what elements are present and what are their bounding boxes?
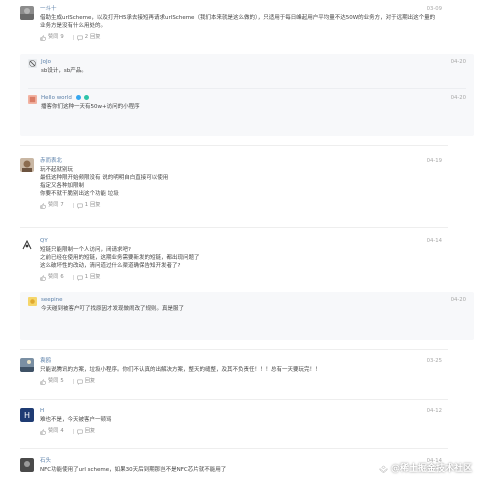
watermark-text: @稀土掘金技术社区 <box>390 463 472 474</box>
like-button[interactable]: 赞同 4 <box>40 428 64 436</box>
avatar[interactable] <box>28 95 37 104</box>
reply-count: 2 <box>84 34 89 41</box>
comment-author[interactable]: 石头 <box>40 458 51 464</box>
comment-icon <box>77 429 83 435</box>
like-button[interactable]: 赞同 9 <box>40 34 64 42</box>
like-label: 赞同 <box>48 34 59 41</box>
avatar[interactable] <box>20 238 34 252</box>
comment-line: 只能说腾讯的方案，垃圾小程序。你们不认真的出解决方案，整天的缝整，及其不负责任！… <box>40 367 321 373</box>
avatar[interactable] <box>20 158 34 172</box>
reply-button[interactable]: 回复 <box>72 378 95 386</box>
reply-button[interactable]: 1 回复 <box>72 202 101 210</box>
reply-label: 回复 <box>90 34 101 41</box>
avatar[interactable] <box>28 297 37 306</box>
reply-thread: seepine 04-20 今天碰到被客户叮了找原因才发现做闹改了规则。真是服了 <box>20 292 474 340</box>
reply-count: 1 <box>84 274 89 281</box>
avatar[interactable]: H <box>20 408 34 422</box>
comment-author[interactable]: 袁鸥 <box>40 358 51 364</box>
comment-time: 04-14 <box>426 238 442 244</box>
level-badge-icon <box>75 95 81 100</box>
thumbs-up-icon <box>40 275 46 281</box>
like-label: 赞同 <box>48 274 59 281</box>
reply-time: 04-20 <box>450 59 466 65</box>
comment-icon <box>77 35 83 41</box>
comment-author[interactable]: 赤而表北 <box>40 158 62 164</box>
comment-text: 借助生成urlScheme，以及打开H5承去接短再请求urlScheme（我们本… <box>40 15 448 31</box>
reply-text: 播客你们这种一天有50w+访问的小程序 <box>41 104 140 110</box>
like-count: 6 <box>60 274 64 281</box>
reply-author[interactable]: Hello world <box>41 95 72 101</box>
reply-label: 回复 <box>84 378 96 385</box>
like-count: 9 <box>60 34 64 41</box>
avatar[interactable] <box>20 6 34 20</box>
vip-badge-icon <box>84 95 90 100</box>
comment-icon <box>77 203 83 209</box>
comment-line: 最低这种限开始频限没有 说的明明自白直接可以使用 <box>40 174 169 181</box>
reply-author[interactable]: seepine <box>41 297 63 303</box>
like-count: 7 <box>60 202 64 209</box>
juejin-logo-icon <box>379 465 388 473</box>
like-button[interactable]: 赞同 7 <box>40 202 64 210</box>
comment-line: 之前已经在使用的短链，这期业务需要新发的短链，都出现问题了 <box>40 254 200 261</box>
svg-text:H: H <box>24 411 30 420</box>
comment-line: 玩不起就别玩 <box>40 167 74 173</box>
reply-button[interactable]: 2 回复 <box>72 34 101 42</box>
comment-icon <box>77 379 83 385</box>
reply-button[interactable]: 回复 <box>72 428 95 436</box>
reply-label: 回复 <box>84 428 96 435</box>
like-label: 赞同 <box>48 428 59 435</box>
reply-time: 04-20 <box>450 297 466 303</box>
reply-time: 04-20 <box>450 95 466 101</box>
like-button[interactable]: 赞同 5 <box>40 378 64 386</box>
comment-line: 指定又各种加限制 <box>40 182 85 189</box>
like-label: 赞同 <box>48 378 59 385</box>
watermark: @稀土掘金技术社区 <box>379 463 472 476</box>
comment-author[interactable]: QY <box>40 238 48 244</box>
thumbs-up-icon <box>40 429 46 435</box>
comment-text: 只能说腾讯的方案，垃圾小程序。你们不认真的出解决方案，整天的缝整，及其不负责任！… <box>40 367 448 375</box>
reply-thread: JoJo 04-20 sb设计，sb产品。 Hello world 04-20 … <box>20 54 474 136</box>
comment-text: 玩不起就别玩 最低这种限开始频限没有 说的明明自白直接可以使用 指定又各种加限制… <box>40 167 448 199</box>
reply-label: 回复 <box>90 202 101 209</box>
reply-author[interactable]: JoJo <box>41 59 51 65</box>
thumbs-up-icon <box>40 35 46 41</box>
like-label: 赞同 <box>48 202 59 209</box>
reply-label: 回复 <box>90 274 101 281</box>
comment-line: 难也不是，今天被客户一顿骂 <box>40 417 112 423</box>
comment-text: 短链只能限制一个人访问，闭请求吧? 之前已经在使用的短链，这期业务需要新发的短链… <box>40 247 448 271</box>
avatar[interactable] <box>20 458 34 472</box>
like-count: 5 <box>60 378 64 385</box>
comment-author[interactable]: H <box>40 408 44 414</box>
reply-text: sb设计，sb产品。 <box>41 68 87 74</box>
like-button[interactable]: 赞同 6 <box>40 274 64 282</box>
avatar[interactable] <box>20 358 34 372</box>
comment-time: 03-25 <box>426 358 442 364</box>
reply-button[interactable]: 1 回复 <box>72 274 101 282</box>
reply-count: 1 <box>84 202 89 209</box>
comment-line: 你要不就干脆别出这个功能 垃圾 <box>40 190 119 197</box>
comment-time: 04-19 <box>426 158 442 164</box>
reply-text: 今天碰到被客户叮了找原因才发现做闹改了规则。真是服了 <box>41 306 185 312</box>
comment-text: 难也不是，今天被客户一顿骂 <box>40 417 448 425</box>
comment-line: 这么破坏性的改动，清问道过什么渠道确保告知开发者了? <box>40 262 181 269</box>
like-count: 4 <box>60 428 64 435</box>
avatar[interactable] <box>28 59 37 68</box>
comment-time: 04-12 <box>426 408 442 414</box>
comment-line: 借助生成urlScheme，以及打开H5承去接短再请求urlScheme（我们本… <box>40 15 436 21</box>
thumbs-up-icon <box>40 379 46 385</box>
comment-icon <box>77 275 83 281</box>
comment-author[interactable]: 一斗十 <box>40 6 57 12</box>
comment-line: 短链只能限制一个人访问，闭请求吧? <box>40 247 131 253</box>
comment-list: 一斗十 03-09 借助生成urlScheme，以及打开H5承去接短再请求url… <box>0 0 480 480</box>
comment-time: 03-09 <box>426 6 442 12</box>
comment-line: 业务方是没有什么用处的。 <box>40 22 107 29</box>
thumbs-up-icon <box>40 203 46 209</box>
